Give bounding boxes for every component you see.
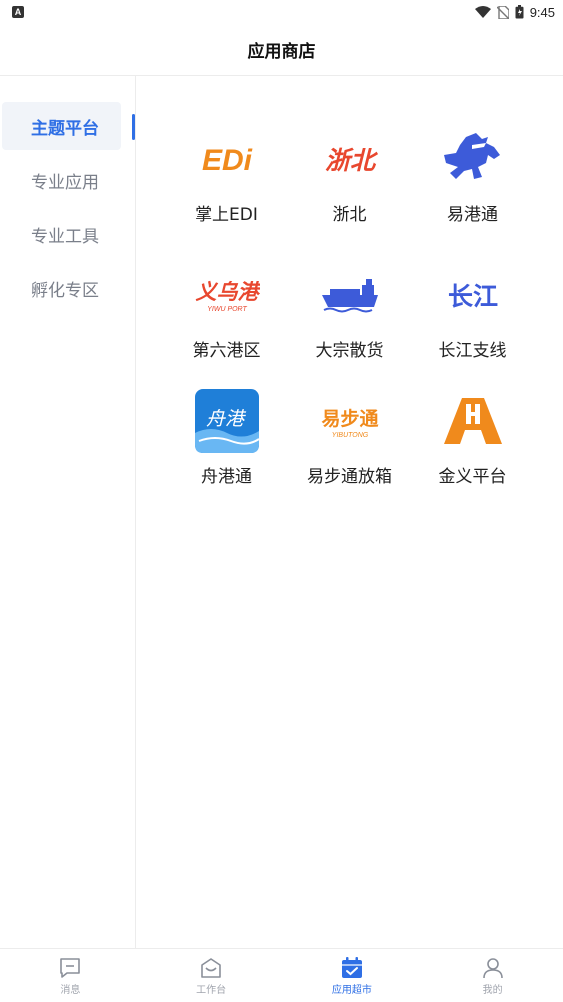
- nav-label: 我的: [482, 985, 503, 996]
- nav-item-workbench[interactable]: 工作台: [141, 949, 282, 1002]
- changjiang-logo-text: 长江: [447, 282, 497, 311]
- page-title: 应用商店: [247, 42, 316, 62]
- yibutong-logo-icon: 易步通 YIBUTONG: [317, 388, 383, 454]
- message-icon: [60, 958, 81, 978]
- app-tile-yibutong[interactable]: 易步通 YIBUTONG 易步通放箱: [288, 388, 411, 487]
- app-tile-yigangtong[interactable]: 易港通: [411, 126, 534, 225]
- jinyi-logo-icon: [440, 388, 506, 454]
- sidebar-item-incubation-zone[interactable]: 孵化专区: [0, 264, 130, 312]
- app-label: 长江支线: [438, 341, 507, 361]
- app-tile-port-area-6[interactable]: 义乌港 YIWU PORT 第六港区: [165, 262, 288, 361]
- bottom-nav: 消息 工作台 应用超市 我的: [0, 948, 563, 1002]
- nav-label: 消息: [60, 985, 81, 996]
- app-tile-jinyi[interactable]: 金义平台: [411, 388, 534, 487]
- app-label: 易港通: [447, 205, 498, 225]
- status-time: 9:45: [529, 4, 555, 20]
- yibutong-logo-subtext: YIBUTONG: [331, 432, 368, 439]
- app-label: 浙北: [332, 205, 367, 225]
- app-tile-changjiang[interactable]: 长江 长江支线: [411, 262, 534, 361]
- nav-item-messages[interactable]: 消息: [0, 949, 141, 1002]
- changjiang-logo-icon: 长江: [440, 262, 506, 328]
- page-header: 应用商店: [0, 24, 563, 76]
- nav-item-app-market[interactable]: 应用超市: [282, 949, 423, 1002]
- edi-logo-icon: EDi: [194, 126, 260, 192]
- battery-icon: [515, 5, 524, 19]
- app-label: 易步通放箱: [307, 467, 392, 487]
- cargo-ship-icon: [317, 262, 383, 328]
- app-label: 掌上EDI: [195, 205, 258, 225]
- status-bar: A 9:45: [0, 0, 563, 24]
- zhebei-logo-text: 浙北: [324, 146, 378, 175]
- sidebar-item-label: 专业应用: [31, 172, 99, 193]
- zhougang-logo-text: 舟港: [205, 408, 246, 430]
- yiwu-port-logo-icon: 义乌港 YIWU PORT: [194, 262, 260, 328]
- yiwu-logo-text: 义乌港: [195, 280, 260, 304]
- app-tile-zhebei[interactable]: 浙北 浙北: [288, 126, 411, 225]
- profile-icon: [482, 958, 503, 979]
- nav-label: 应用超市: [331, 985, 372, 996]
- category-sidebar: 主题平台 专业应用 专业工具 孵化专区: [0, 76, 136, 948]
- no-sim-icon: [496, 5, 509, 19]
- app-label: 第六港区: [192, 341, 261, 361]
- app-market-icon: [341, 957, 362, 978]
- sidebar-item-theme-platform[interactable]: 主题平台: [0, 102, 130, 150]
- notification-badge: A: [12, 6, 24, 18]
- sidebar-item-professional-tools[interactable]: 专业工具: [0, 210, 130, 258]
- app-label: 金义平台: [438, 467, 507, 487]
- sidebar-item-label: 专业工具: [31, 226, 99, 247]
- zhebei-logo-icon: 浙北: [317, 126, 383, 192]
- app-tile-edi[interactable]: EDi 掌上EDI: [165, 126, 288, 225]
- app-tile-bulk-cargo[interactable]: 大宗散货: [288, 262, 411, 361]
- app-label: 大宗散货: [315, 341, 384, 361]
- edi-logo-text: EDi: [201, 144, 252, 177]
- sidebar-item-professional-apps[interactable]: 专业应用: [0, 156, 130, 204]
- nav-label: 工作台: [196, 985, 227, 996]
- app-label: 舟港通: [201, 467, 252, 487]
- yigangtong-horse-icon: [440, 126, 506, 192]
- nav-item-profile[interactable]: 我的: [422, 949, 563, 1002]
- active-category-indicator: [132, 114, 135, 140]
- sidebar-item-label: 孵化专区: [31, 280, 99, 301]
- wifi-icon: [474, 6, 491, 18]
- zhougangtong-logo-icon: 舟港: [194, 388, 260, 454]
- yiwu-logo-subtext: YIWU PORT: [207, 306, 247, 313]
- app-tile-zhougangtong[interactable]: 舟港 舟港通: [165, 388, 288, 487]
- yibutong-logo-text: 易步通: [321, 408, 379, 430]
- sidebar-item-label: 主题平台: [31, 118, 99, 139]
- workbench-icon: [201, 958, 221, 978]
- app-grid: EDi 掌上EDI 浙北 浙北 易港通 义乌港 YIWU PORT 第六港区 大…: [136, 76, 563, 948]
